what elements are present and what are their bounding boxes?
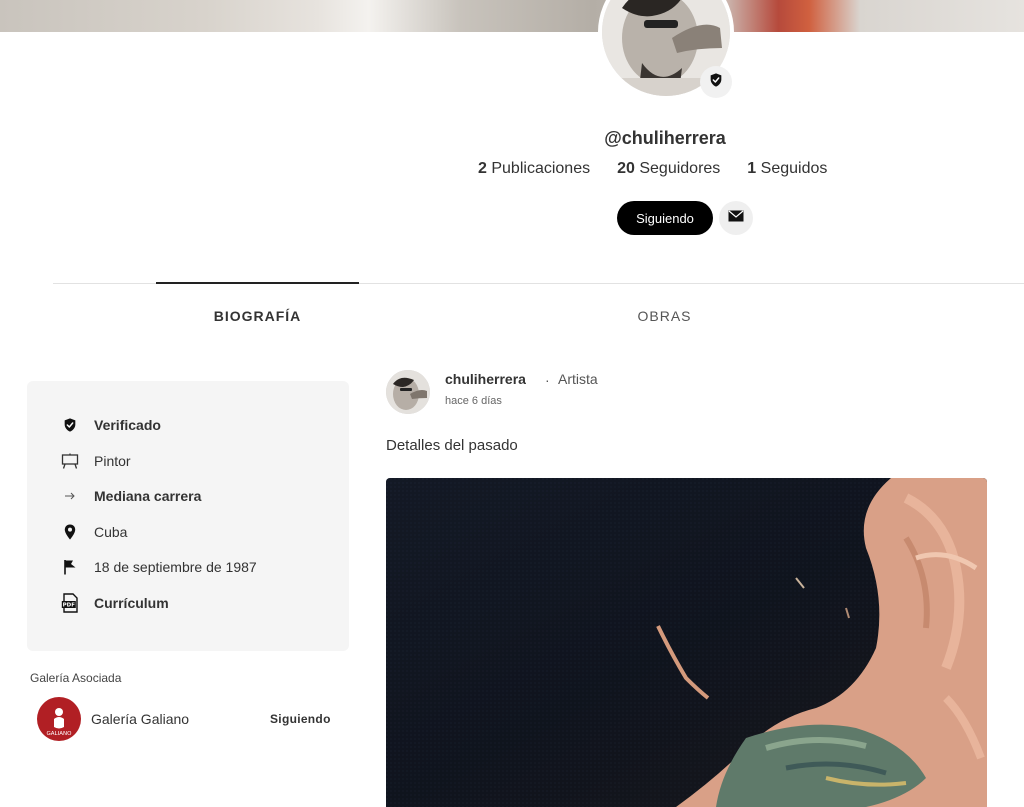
gallery-following-button[interactable]: Siguiendo (270, 712, 331, 726)
arrow-right-icon (60, 486, 80, 506)
stat-label: Seguidores (639, 160, 721, 177)
gallery-name[interactable]: Galería Galiano (91, 711, 189, 727)
bio-item-label: Cuba (94, 524, 128, 540)
post-artwork-image[interactable] (386, 478, 987, 807)
bio-item-label: 18 de septiembre de 1987 (94, 559, 257, 575)
flag-icon (60, 557, 80, 577)
bio-item-label: Mediana carrera (94, 488, 202, 504)
cover-banner (0, 0, 1024, 32)
profile-stats: 2 Publicaciones 20 Seguidores 1 Seguidos (478, 160, 827, 178)
post-author-avatar[interactable] (386, 370, 430, 414)
stat-publications[interactable]: 2 Publicaciones (478, 160, 590, 178)
tab-obras[interactable]: OBRAS (563, 308, 766, 324)
bio-item-label: Pintor (94, 453, 131, 469)
bio-item-career: Mediana carrera (60, 486, 201, 506)
stat-label: Seguidos (760, 160, 828, 177)
stat-label: Publicaciones (491, 160, 591, 177)
post-author-role: Artista (558, 371, 598, 387)
tab-biografia[interactable]: BIOGRAFÍA (156, 308, 359, 324)
stat-count: 2 (478, 160, 487, 177)
post-timestamp: hace 6 días (445, 395, 502, 407)
post-meta-separator: · (545, 372, 550, 388)
bio-item-label: Verificado (94, 417, 161, 433)
shield-check-icon (60, 415, 80, 435)
bio-item-curriculum[interactable]: PDF Currículum (60, 593, 169, 613)
bio-item-label: Currículum (94, 595, 169, 611)
gallery-section-title: Galería Asociada (30, 671, 122, 685)
bio-item-birthdate: 18 de septiembre de 1987 (60, 557, 257, 577)
bio-item-location: Cuba (60, 522, 127, 542)
bio-item-profession: Pintor (60, 451, 131, 471)
mail-icon (728, 209, 744, 227)
following-button[interactable]: Siguiendo (617, 201, 713, 235)
message-button[interactable] (719, 201, 753, 235)
tab-active-indicator (156, 282, 359, 284)
post-caption: Detalles del pasado (386, 437, 518, 454)
pdf-icon: PDF (60, 593, 80, 613)
stat-followers[interactable]: 20 Seguidores (617, 160, 720, 178)
bio-item-verified: Verificado (60, 415, 161, 435)
svg-text:PDF: PDF (63, 603, 76, 609)
easel-icon (60, 451, 80, 471)
bio-card: Verificado Pintor Mediana carrera Cuba 1… (27, 381, 349, 651)
gallery-logo-text: GALIANO (47, 731, 73, 737)
stat-count: 1 (747, 160, 757, 177)
gallery-logo[interactable]: GALIANO (37, 697, 81, 741)
stat-count: 20 (617, 160, 635, 177)
location-pin-icon (60, 522, 80, 542)
shield-check-icon (708, 72, 724, 93)
post-author-name[interactable]: chuliherrera (445, 371, 526, 387)
profile-username: @chuliherrera (604, 128, 726, 148)
stat-following[interactable]: 1 Seguidos (747, 160, 827, 178)
verified-badge (700, 66, 732, 98)
